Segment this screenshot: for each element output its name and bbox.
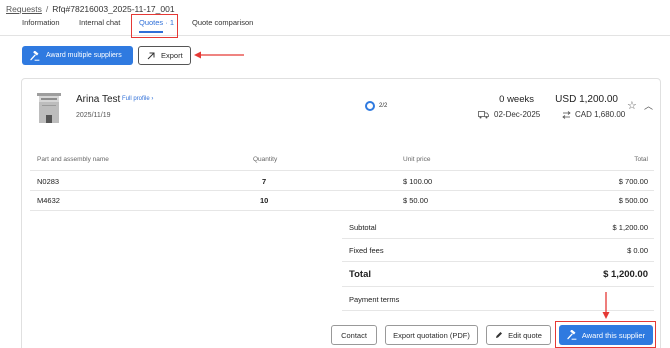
annotation-box-award-button [555,321,656,348]
part-name-cell: N0283 [37,177,60,186]
quote-price-usd: USD 1,200.00 [555,94,618,105]
summary-divider [342,286,654,287]
line-total-cell: $ 500.00 [618,196,648,205]
truck-icon [478,110,489,118]
line-total-cell: $ 700.00 [618,177,648,186]
tab-bar: Information Internal chat Quotes · 1 Quo… [0,14,670,36]
delivery-date-row: 02-Dec-2025 [478,110,540,119]
subtotal-label: Subtotal [349,223,377,232]
export-quotation-pdf-label: Export quotation (PDF) [393,330,470,340]
table-divider [30,210,654,211]
quote-price-cad: CAD 1,680.00 [575,110,626,119]
contact-button[interactable]: Contact [331,325,377,345]
annotation-box-quotes-tab [131,14,178,38]
chevron-right-icon: › [151,96,154,102]
gavel-icon [30,50,40,61]
supplier-name: Arina Test [76,94,121,105]
tab-internal-chat[interactable]: Internal chat [79,18,120,27]
contact-label: Contact [341,330,367,340]
total-value: $ 1,200.00 [603,269,648,280]
table-divider [30,190,654,191]
breadcrumb-separator: / [45,4,49,14]
chevron-up-icon[interactable]: ︿ [644,99,653,112]
edit-quote-button[interactable]: Edit quote [486,325,551,345]
payment-terms-label: Payment terms [349,295,400,304]
quantity-cell: 7 [262,177,267,186]
summary-divider [342,261,654,262]
export-quotation-pdf-button[interactable]: Export quotation (PDF) [385,325,478,345]
breadcrumb: Requests / Rfq#78216003_2025-11-17_001 [6,4,175,14]
breadcrumb-current: Rfq#78216003_2025-11-17_001 [52,4,175,14]
arrow-up-right-icon [147,52,155,59]
award-multiple-suppliers-label: Award multiple suppliers [46,52,122,59]
column-header-total: Total [634,156,648,163]
progress-ring-icon [365,101,375,111]
part-name-cell: M4632 [37,196,60,205]
subtotal-value: $ 1,200.00 [612,223,648,232]
unit-price-cell: $ 100.00 [403,177,433,186]
quote-progress: 2/2 [365,101,387,111]
unit-price-cell: $ 50.00 [403,196,429,205]
column-header-part-name: Part and assembly name [37,156,109,163]
column-header-unit-price: Unit price [403,156,431,163]
total-label: Total [349,269,371,280]
annotation-arrow-down-icon [602,292,610,319]
export-label: Export [161,51,183,60]
quote-date: 2025/11/19 [76,112,111,119]
export-button[interactable]: Export [138,46,191,65]
exchange-icon [562,110,571,119]
quantity-cell: 10 [260,196,269,205]
tab-information[interactable]: Information [22,18,60,27]
annotation-arrow-left-icon [194,51,244,59]
tab-quote-comparison[interactable]: Quote comparison [192,18,253,27]
summary-divider [342,238,654,239]
award-multiple-suppliers-button[interactable]: Award multiple suppliers [22,46,133,65]
fixed-fees-label: Fixed fees [349,246,384,255]
pencil-icon [496,332,503,338]
lead-time: 0 weeks [499,94,534,105]
price-cad-row: CAD 1,680.00 [562,110,625,119]
progress-count: 2/2 [379,103,388,109]
edit-quote-label: Edit quote [508,330,542,340]
full-profile-link[interactable]: Full profile › [122,96,153,102]
column-header-quantity: Quantity [253,156,278,163]
table-divider [30,170,654,171]
star-icon[interactable]: ☆ [627,99,637,112]
supplier-building-icon [37,93,61,123]
breadcrumb-requests-link[interactable]: Requests [6,4,42,14]
fixed-fees-value: $ 0.00 [627,246,648,255]
delivery-date: 02-Dec-2025 [494,110,541,119]
